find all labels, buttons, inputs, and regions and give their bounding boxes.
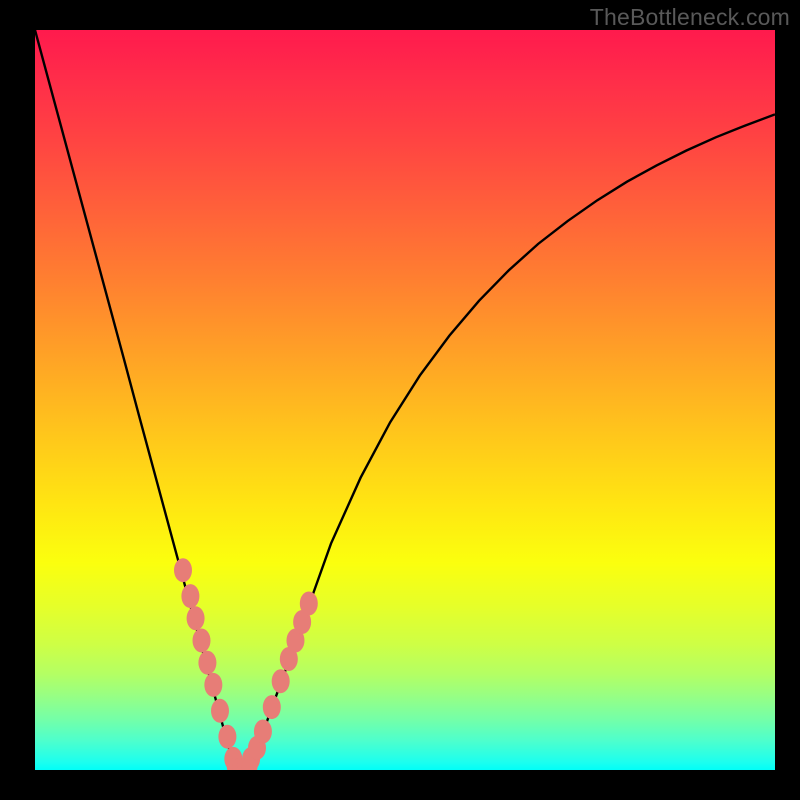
data-marker	[211, 699, 229, 723]
chart-frame: TheBottleneck.com	[0, 0, 800, 800]
data-marker	[263, 695, 281, 719]
data-marker	[272, 669, 290, 693]
plot-area	[35, 30, 775, 770]
data-marker	[181, 584, 199, 608]
data-marker	[198, 651, 216, 675]
marker-group	[174, 558, 318, 770]
data-marker	[218, 725, 236, 749]
data-marker	[300, 592, 318, 616]
data-marker	[193, 629, 211, 653]
chart-svg	[35, 30, 775, 770]
data-marker	[204, 673, 222, 697]
bottleneck-curve	[35, 30, 775, 770]
data-marker	[187, 606, 205, 630]
data-marker	[254, 720, 272, 744]
watermark-text: TheBottleneck.com	[590, 4, 790, 31]
data-marker	[174, 558, 192, 582]
